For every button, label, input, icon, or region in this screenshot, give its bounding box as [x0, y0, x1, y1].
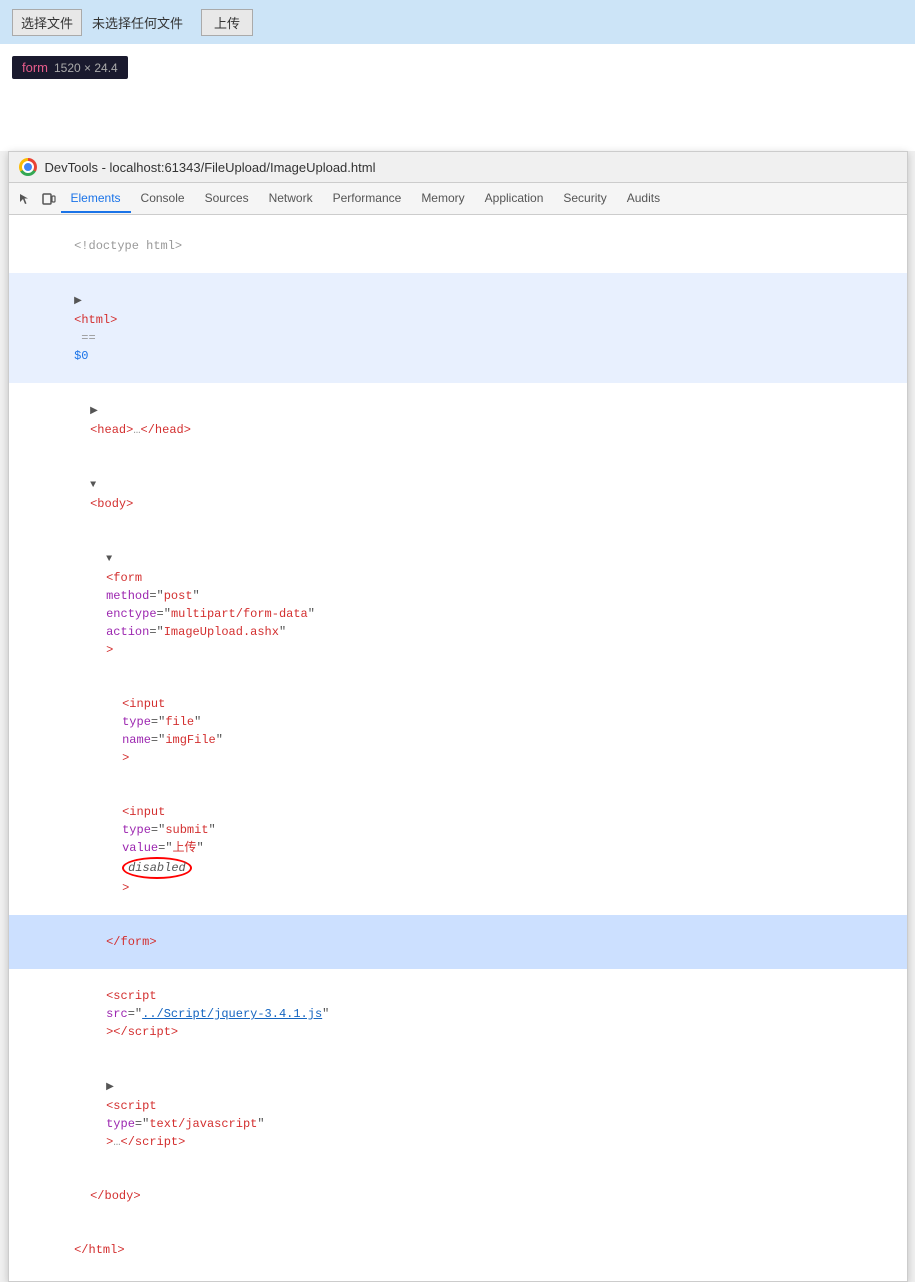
code-line-body-close[interactable]: </body> [9, 1169, 907, 1223]
code-line-input-submit[interactable]: <input type="submit" value="上传" disabled… [9, 785, 907, 915]
code-line-form[interactable]: <form method="post" enctype="multipart/f… [9, 531, 907, 677]
tab-sources[interactable]: Sources [195, 185, 259, 213]
tab-console[interactable]: Console [131, 185, 195, 213]
no-file-label: 未选择任何文件 [92, 13, 183, 32]
devtools-content: <!doctype html> <html> == $0 <head>…</he… [9, 215, 907, 1281]
tab-application[interactable]: Application [475, 185, 554, 213]
form-size-label: 1520 × 24.4 [54, 61, 118, 75]
devtools-window: DevTools - localhost:61343/FileUpload/Im… [8, 151, 908, 1282]
code-line-body-open[interactable]: <body> [9, 457, 907, 531]
code-line-html[interactable]: <html> == $0 [9, 273, 907, 383]
code-line-input-file[interactable]: <input type="file" name="imgFile" > [9, 677, 907, 785]
form-tooltip: form 1520 × 24.4 [12, 56, 128, 79]
devtools-tabs: Elements Console Sources Network Perform… [9, 183, 907, 215]
code-area: <!doctype html> <html> == $0 <head>…</he… [9, 215, 907, 1281]
device-icon-btn[interactable] [37, 187, 61, 211]
chrome-icon [19, 158, 37, 176]
tab-elements[interactable]: Elements [61, 185, 131, 213]
tab-security[interactable]: Security [553, 185, 616, 213]
disabled-circled: disabled [122, 857, 192, 879]
devtools-title: DevTools - localhost:61343/FileUpload/Im… [45, 160, 376, 175]
devtools-titlebar: DevTools - localhost:61343/FileUpload/Im… [9, 152, 907, 183]
code-line-script-js[interactable]: <script type="text/javascript" >…</scrip… [9, 1059, 907, 1169]
tab-memory[interactable]: Memory [411, 185, 474, 213]
empty-space [0, 91, 915, 151]
form-tag-label: form [22, 60, 48, 75]
choose-file-button[interactable]: 选择文件 [12, 9, 82, 36]
code-line-doctype: <!doctype html> [9, 219, 907, 273]
cursor-icon-btn[interactable] [13, 187, 37, 211]
code-line-head[interactable]: <head>…</head> [9, 383, 907, 457]
code-line-script-jquery[interactable]: <script src="../Script/jquery-3.4.1.js" … [9, 969, 907, 1059]
tab-performance[interactable]: Performance [323, 185, 412, 213]
upload-button[interactable]: 上传 [201, 9, 253, 36]
tab-network[interactable]: Network [259, 185, 323, 213]
browser-top-bar: 选择文件 未选择任何文件 上传 [0, 0, 915, 44]
code-line-html-close[interactable]: </html> [9, 1223, 907, 1277]
code-line-form-close[interactable]: </form> [9, 915, 907, 969]
tab-audits[interactable]: Audits [617, 185, 670, 213]
